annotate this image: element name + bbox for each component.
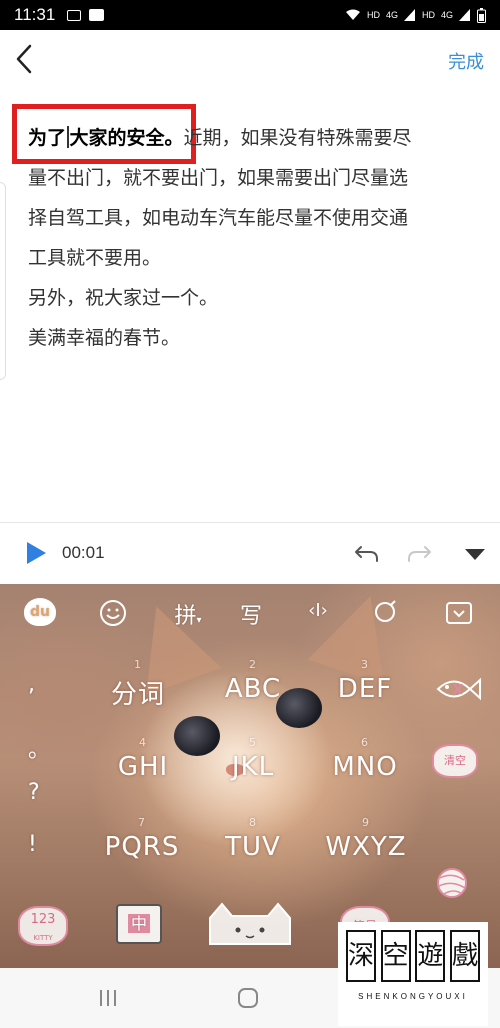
language-switch-button[interactable]: 中 xyxy=(116,904,162,944)
home-button[interactable] xyxy=(236,986,260,1014)
collapse-keyboard-button[interactable] xyxy=(460,539,490,569)
message-notification-icon xyxy=(89,9,105,21)
punct-period[interactable]: 。 xyxy=(28,732,50,764)
yarn-ball-icon xyxy=(437,868,467,898)
bold-text-1: 为了 xyxy=(28,127,67,149)
key-mno[interactable]: 6 MNO xyxy=(320,736,410,782)
network-type-2: 4G xyxy=(440,10,453,20)
undo-icon xyxy=(355,546,378,562)
text-line-1: 为了 大家的安全。近期，如果没有特殊需要尽 xyxy=(28,118,478,158)
keyboard-hide-icon xyxy=(446,602,472,624)
cursor-move-button[interactable]: ‹I› xyxy=(298,600,338,621)
audio-toolbar: 00:01 xyxy=(0,522,500,584)
key-def[interactable]: 3 DEF xyxy=(320,658,410,704)
play-button[interactable] xyxy=(24,541,48,565)
du-logo-button[interactable]: du xyxy=(24,598,56,626)
emoji-button[interactable] xyxy=(98,598,128,628)
watermark-char: 深 xyxy=(346,930,376,982)
key-ghi[interactable]: 4 GHI xyxy=(98,736,188,782)
watermark-logo: 深 空 遊 戲 SHENKONGYOUXI xyxy=(338,922,488,1026)
text-line-6: 美满幸福的春节。 xyxy=(28,327,181,349)
audio-timestamp: 00:01 xyxy=(62,543,105,562)
editor-header: 完成 xyxy=(0,30,500,90)
watermark-subtitle: SHENKONGYOUXI xyxy=(358,992,468,1001)
smiley-icon xyxy=(100,600,126,626)
watermark-char: 空 xyxy=(380,930,411,982)
text-editor[interactable]: 为了 大家的安全。近期，如果没有特殊需要尽 量不出门，就不要出门，如果需要出门尽量… xyxy=(28,118,478,358)
punct-comma[interactable]: , xyxy=(28,672,35,697)
signal-icon-2 xyxy=(459,9,471,21)
enter-button[interactable] xyxy=(430,866,476,900)
wifi-icon xyxy=(345,9,361,21)
bold-text-2: 大家的安全。 xyxy=(69,127,184,149)
watermark-char: 遊 xyxy=(415,930,446,982)
search-button[interactable] xyxy=(372,598,402,628)
key-jkl[interactable]: 5 JKL xyxy=(208,736,298,782)
redo-icon xyxy=(408,546,431,562)
home-icon xyxy=(238,988,258,1008)
text-line-2: 量不出门，就不要出门，如果需要出门尽量选 xyxy=(28,167,409,189)
key-tuv[interactable]: 8 TUV xyxy=(208,816,298,862)
delete-button[interactable] xyxy=(432,672,484,706)
cat-space-icon xyxy=(209,902,291,945)
chinese-mode-label: 中 xyxy=(127,914,150,933)
fish-delete-icon xyxy=(436,677,481,701)
hide-keyboard-button[interactable] xyxy=(444,598,474,628)
key-abc[interactable]: 2 ABC xyxy=(208,658,298,704)
pinyin-mode-button[interactable]: 拼▾ xyxy=(166,598,210,630)
space-button[interactable] xyxy=(200,900,300,948)
punct-question[interactable]: ? xyxy=(28,780,40,805)
key-pqrs[interactable]: 7 PQRS xyxy=(92,816,192,862)
dropdown-caret-icon: ▾ xyxy=(196,615,202,626)
play-icon xyxy=(27,542,46,564)
punct-exclaim[interactable]: ! xyxy=(28,832,37,857)
network-label-1: HD xyxy=(366,10,380,20)
text-line-5: 另外，祝大家过一个。 xyxy=(28,287,219,309)
redo-button[interactable] xyxy=(404,539,434,569)
key-wxyz[interactable]: 9 WXYZ xyxy=(314,816,418,862)
side-panel-handle[interactable] xyxy=(0,182,6,380)
pinyin-label: 拼 xyxy=(174,604,197,629)
triangle-down-icon xyxy=(465,549,485,560)
gallery-notification-icon xyxy=(67,9,82,21)
back-button[interactable] xyxy=(10,42,40,76)
clear-button[interactable]: 清空 xyxy=(432,744,478,778)
network-type-1: 4G xyxy=(385,10,398,20)
status-bar: 11:31 HD 4G HD 4G xyxy=(0,0,500,30)
status-time: 11:31 xyxy=(14,5,56,24)
done-button[interactable]: 完成 xyxy=(448,48,484,74)
text-line-3: 择自驾工具，如电动车汽车能尽量不使用交通 xyxy=(28,207,409,229)
handwrite-button[interactable]: 写 xyxy=(236,598,266,630)
recent-apps-button[interactable] xyxy=(96,986,120,1014)
watermark-char: 戲 xyxy=(449,930,480,982)
ime-keyboard: du 拼▾ 写 ‹I› , 。 ? ! 1 分词 2 ABC 3 DEF 4 GHI 5… xyxy=(0,584,500,968)
number-mode-button[interactable]: 123 KITTY xyxy=(18,906,68,946)
text-cursor xyxy=(67,126,69,148)
network-label-2: HD xyxy=(421,10,435,20)
undo-button[interactable] xyxy=(352,539,382,569)
signal-icon xyxy=(403,9,416,21)
key-fenci[interactable]: 1 分词 xyxy=(98,658,178,711)
recents-icon xyxy=(100,990,116,1006)
search-icon xyxy=(375,600,396,622)
chevron-left-icon xyxy=(16,44,32,74)
text-line-4: 工具就不要用。 xyxy=(28,247,162,269)
text-line-1-rest: 近期，如果没有特殊需要尽 xyxy=(183,127,412,149)
battery-icon xyxy=(477,7,486,23)
